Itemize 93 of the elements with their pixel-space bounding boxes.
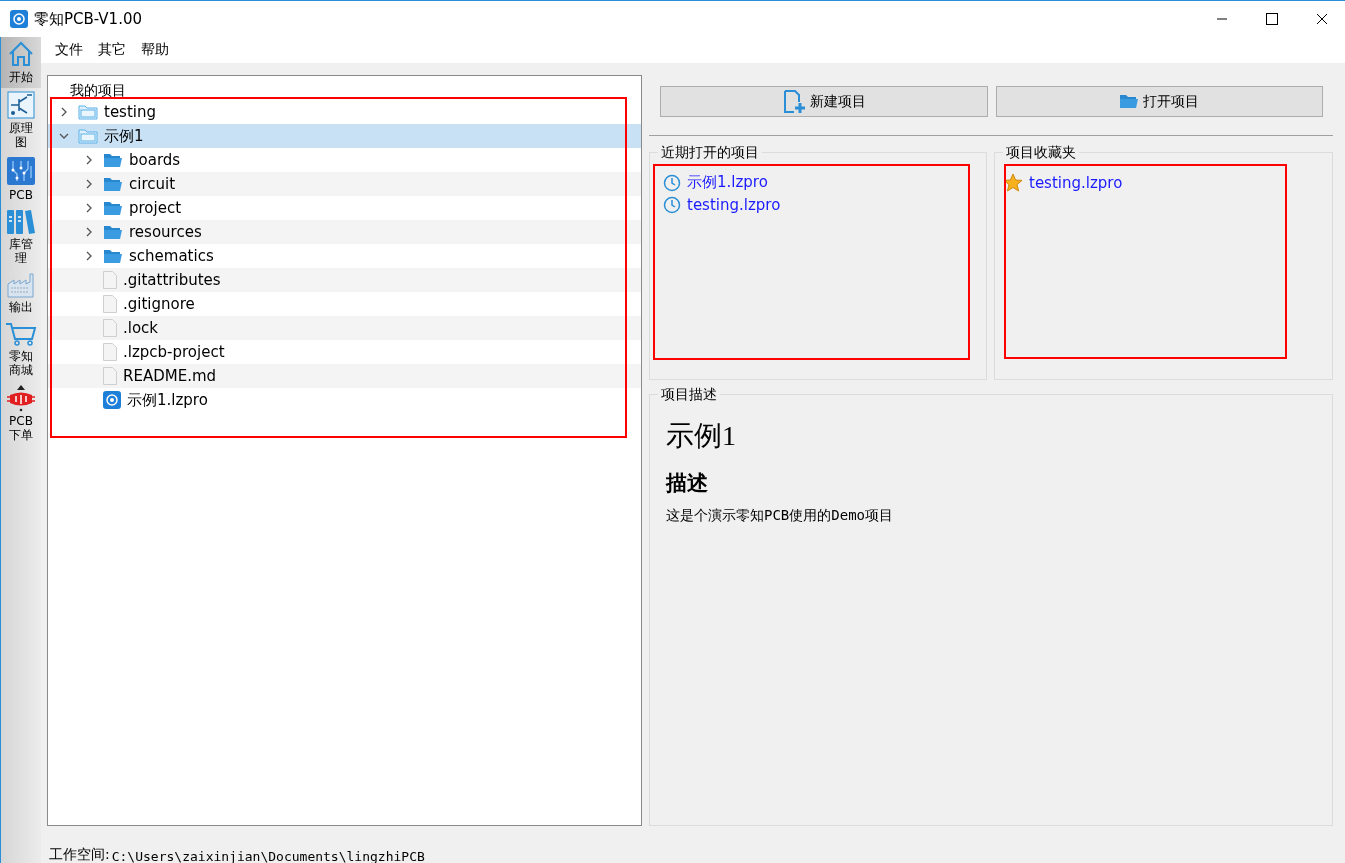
chevron-down-icon[interactable] (59, 131, 69, 141)
workspace-path: C:\Users\zaixinjian\Documents\lingzhiPCB (111, 849, 425, 863)
tree-item[interactable]: testing (48, 100, 641, 124)
sidebar-item[interactable]: 零知商城 (1, 318, 41, 381)
folder-icon (1119, 94, 1140, 109)
chevron-right-icon[interactable] (84, 179, 94, 189)
tree-item-label: testing (104, 103, 156, 121)
tree-item[interactable]: schematics (48, 244, 641, 268)
tree-item[interactable]: .lzpcb-project (48, 340, 641, 364)
circuit-board-icon (6, 156, 36, 186)
tree-item[interactable]: README.md (48, 364, 641, 388)
group-title: 项目描述 (658, 386, 720, 402)
file-icon (103, 271, 117, 289)
tree-item-label: README.md (123, 367, 217, 385)
sidebar-label: PCB下单 (8, 414, 34, 442)
app-logo-icon (10, 10, 28, 28)
tree-item[interactable]: project (48, 196, 641, 220)
favorite-project-link[interactable]: testing.lzpro (1003, 173, 1332, 193)
folder-icon (103, 248, 123, 264)
tree-item-label: circuit (129, 175, 176, 193)
new-project-button[interactable]: 新建项目 (660, 86, 988, 117)
sidebar-label: 原理图 (8, 121, 34, 149)
chevron-right-icon[interactable] (84, 227, 94, 237)
recent-project-link[interactable]: 示例1.lzpro (663, 173, 986, 192)
tree-item-label: .gitattributes (123, 271, 221, 289)
status-label: 工作空间: (49, 846, 110, 863)
tree-item[interactable]: .gitattributes (48, 268, 641, 292)
tree-item[interactable]: resources (48, 220, 641, 244)
tree-item-label: .lzpcb-project (123, 343, 225, 361)
sidebar-item[interactable]: 开始 (1, 37, 41, 88)
sidebar-label: PCB (9, 188, 33, 202)
sidebar-item[interactable]: 库管理 (1, 206, 41, 269)
folder-icon (78, 104, 98, 120)
home-icon (7, 40, 35, 68)
menu-item[interactable]: 文件 (55, 41, 83, 59)
factory-icon (6, 272, 36, 298)
file-icon (103, 343, 117, 361)
chip-icon (6, 384, 36, 412)
group-title: 近期打开的项目 (658, 144, 762, 160)
tree-item-label: schematics (129, 247, 214, 265)
app-logo-icon (103, 391, 121, 409)
books-icon (6, 209, 36, 235)
window-title: 零知PCB-V1.00 (34, 9, 143, 29)
folder-icon (103, 152, 123, 168)
clock-icon (663, 173, 681, 192)
sidebar-label: 输出 (9, 300, 33, 314)
new-file-icon (781, 89, 806, 114)
folder-icon (103, 224, 123, 240)
sidebar-item[interactable]: 原理图 (1, 88, 41, 153)
folder-icon (103, 200, 123, 216)
tree-item[interactable]: 示例1 (48, 124, 641, 148)
description-heading: 示例1 (666, 419, 737, 453)
tree-item-label: 示例1 (104, 126, 144, 146)
tree-item[interactable]: .lock (48, 316, 641, 340)
maximize-icon (1266, 13, 1278, 25)
sidebar-label: 零知商城 (8, 349, 34, 377)
tree-item-label: .gitignore (123, 295, 195, 313)
sidebar-item[interactable]: 输出 (1, 269, 41, 318)
tree-item[interactable]: boards (48, 148, 641, 172)
sidebar-label: 开始 (9, 70, 33, 84)
file-icon (103, 367, 117, 385)
sidebar-item[interactable]: PCB (1, 153, 41, 206)
chevron-right-icon[interactable] (59, 107, 69, 117)
recent-project-link[interactable]: testing.lzpro (663, 196, 986, 214)
folder-icon (78, 128, 98, 144)
open-project-button[interactable]: 打开项目 (995, 86, 1323, 117)
description-text: 这是个演示零知PCB使用的Demo项目 (666, 507, 894, 525)
star-icon (1003, 173, 1023, 193)
file-icon (103, 319, 117, 337)
sidebar-label: 库管理 (8, 237, 34, 265)
folder-icon (103, 176, 123, 192)
tree-title: 我的项目 (69, 81, 127, 100)
tree-item-label: project (129, 199, 182, 217)
tree-item[interactable]: 示例1.lzpro (48, 388, 641, 412)
tree-item-label: 示例1.lzpro (127, 390, 208, 410)
chevron-right-icon[interactable] (84, 203, 94, 213)
menu-item[interactable]: 其它 (98, 41, 126, 59)
tree-item[interactable]: .gitignore (48, 292, 641, 316)
schematic-icon (7, 91, 35, 119)
clock-icon (663, 196, 681, 214)
sidebar-item[interactable]: PCB下单 (1, 381, 41, 446)
tree-item[interactable]: circuit (48, 172, 641, 196)
menu-item[interactable]: 帮助 (141, 41, 169, 59)
tree-item-label: resources (129, 223, 202, 241)
file-icon (103, 295, 117, 313)
group-title: 项目收藏夹 (1003, 144, 1079, 160)
chevron-right-icon[interactable] (84, 155, 94, 165)
tree-item-label: boards (129, 151, 181, 169)
chevron-right-icon[interactable] (84, 251, 94, 261)
description-subheading: 描述 (666, 470, 709, 497)
cart-icon (5, 321, 37, 347)
close-icon (1316, 13, 1328, 25)
tree-item-label: .lock (123, 319, 159, 337)
